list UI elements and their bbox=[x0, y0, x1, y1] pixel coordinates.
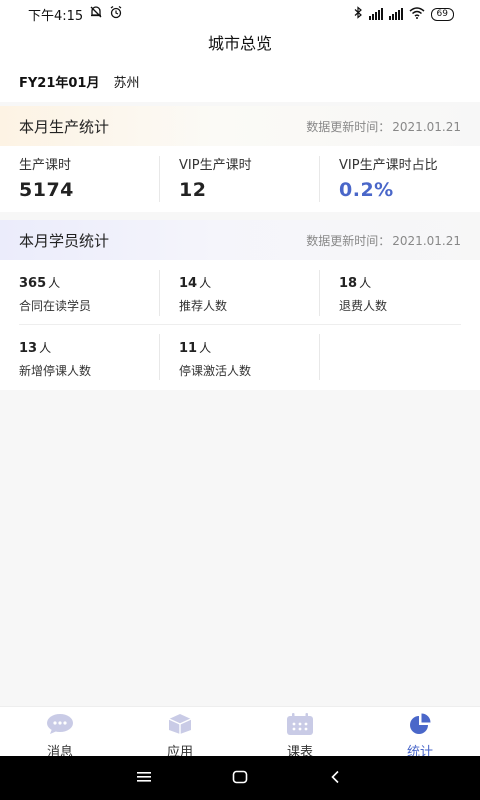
update-date: 2021.01.21 bbox=[392, 119, 461, 134]
students-stats-card: 365 人 合同在读学员 14 人 推荐人数 18 人 退费人数 13 人 新增停课人数… bbox=[0, 260, 480, 390]
system-nav-bar bbox=[0, 756, 480, 800]
row-divider bbox=[19, 324, 461, 325]
stat-unit: 人 bbox=[48, 276, 61, 290]
update-date: 2021.01.21 bbox=[392, 233, 461, 248]
stat-label: VIP生产课时 bbox=[179, 158, 252, 173]
back-icon[interactable] bbox=[328, 769, 344, 788]
student-stat: 11 人 停课激活人数 bbox=[160, 337, 320, 379]
production-stat: VIP生产课时占比 0.2% bbox=[320, 154, 480, 201]
stat-value: 14 bbox=[179, 276, 198, 291]
calendar-icon bbox=[286, 713, 314, 739]
tab-apps[interactable]: 应用 bbox=[120, 707, 240, 760]
production-section-header: 本月生产统计 数据更新时间： 2021.01.21 bbox=[0, 106, 480, 146]
stat-value: 0.2% bbox=[339, 179, 394, 201]
stat-value: 11 bbox=[179, 341, 198, 356]
status-bar: 下午4:15 69 bbox=[0, 0, 480, 28]
stat-value: 13 bbox=[19, 341, 38, 356]
stat-unit: 人 bbox=[39, 341, 52, 355]
mute-bell-icon bbox=[89, 5, 103, 23]
status-right: 69 bbox=[353, 6, 454, 22]
stat-label: 合同在读学员 bbox=[19, 299, 92, 313]
status-left: 下午4:15 bbox=[28, 5, 123, 24]
production-stat: 生产课时 5174 bbox=[0, 154, 160, 201]
student-stat: 13 人 新增停课人数 bbox=[0, 337, 160, 379]
home-icon[interactable] bbox=[232, 769, 248, 788]
status-time: 下午4:15 bbox=[28, 8, 84, 24]
stat-unit: 人 bbox=[359, 276, 372, 290]
stat-label: 新增停课人数 bbox=[19, 364, 92, 378]
bluetooth-icon bbox=[353, 6, 363, 22]
production-stat: VIP生产课时 12 bbox=[160, 154, 320, 201]
stat-value: 5174 bbox=[19, 179, 74, 201]
stat-unit: 人 bbox=[199, 341, 212, 355]
student-stat: 14 人 推荐人数 bbox=[160, 272, 320, 314]
wifi-icon bbox=[409, 6, 425, 22]
students-update-time: 数据更新时间： 2021.01.21 bbox=[306, 232, 461, 249]
stat-label: 退费人数 bbox=[339, 299, 388, 313]
tab-statistics[interactable]: 统计 bbox=[360, 707, 480, 760]
app-cube-icon bbox=[166, 713, 194, 739]
signal-icon-2 bbox=[388, 8, 403, 20]
bottom-tab-bar: 消息 应用 课表 统计 bbox=[0, 706, 480, 760]
message-icon bbox=[46, 713, 74, 739]
stat-value: 12 bbox=[179, 179, 207, 201]
production-section-title: 本月生产统计 bbox=[19, 117, 110, 136]
divider bbox=[319, 334, 320, 380]
update-label: 数据更新时间： bbox=[306, 233, 391, 248]
menu-icon[interactable] bbox=[136, 769, 152, 788]
battery-icon: 69 bbox=[430, 7, 454, 21]
pie-chart-icon bbox=[406, 713, 434, 739]
tab-messages[interactable]: 消息 bbox=[0, 707, 120, 760]
students-section-title: 本月学员统计 bbox=[19, 231, 110, 250]
student-stat: 365 人 合同在读学员 bbox=[0, 272, 160, 314]
stat-label: 推荐人数 bbox=[179, 299, 228, 313]
stat-value: 18 bbox=[339, 276, 358, 291]
stat-unit: 人 bbox=[199, 276, 212, 290]
signal-icon bbox=[368, 8, 383, 20]
stat-label: VIP生产课时占比 bbox=[339, 158, 438, 173]
student-stat: 18 人 退费人数 bbox=[320, 272, 480, 314]
stat-value: 365 bbox=[19, 276, 47, 291]
stat-label: 生产课时 bbox=[19, 158, 72, 173]
production-stats-card: 生产课时 5174 VIP生产课时 12 VIP生产课时占比 0.2% bbox=[0, 146, 480, 212]
students-section-header: 本月学员统计 数据更新时间： 2021.01.21 bbox=[0, 220, 480, 260]
stat-label: 停课激活人数 bbox=[179, 364, 252, 378]
month-selector[interactable]: FY21年01月 bbox=[19, 72, 99, 91]
update-label: 数据更新时间： bbox=[306, 119, 391, 134]
tab-schedule[interactable]: 课表 bbox=[240, 707, 360, 760]
city-selector[interactable]: 苏州 bbox=[113, 72, 139, 91]
alarm-clock-icon bbox=[109, 5, 123, 23]
production-update-time: 数据更新时间： 2021.01.21 bbox=[306, 118, 461, 135]
page-title: 城市总览 bbox=[0, 28, 480, 60]
filter-bar[interactable]: FY21年01月 苏州 bbox=[0, 60, 480, 102]
